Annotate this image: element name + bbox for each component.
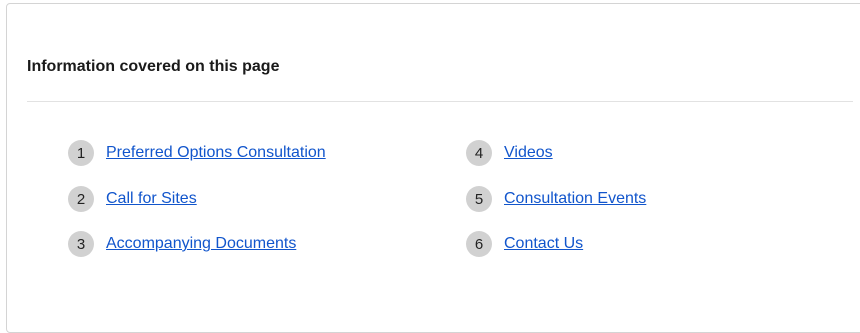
toc-link-accompanying-documents[interactable]: Accompanying Documents xyxy=(106,234,296,254)
divider xyxy=(27,101,853,102)
toc-item-5: 5 Consultation Events xyxy=(466,186,646,212)
item-number-badge: 6 xyxy=(466,231,492,257)
toc-link-preferred-options-consultation[interactable]: Preferred Options Consultation xyxy=(106,143,326,163)
toc-item-6: 6 Contact Us xyxy=(466,231,583,257)
page-contents-panel: Information covered on this page 1 Prefe… xyxy=(6,3,860,333)
item-number-badge: 3 xyxy=(68,231,94,257)
toc-item-2: 2 Call for Sites xyxy=(68,186,197,212)
item-number-badge: 1 xyxy=(68,140,94,166)
item-number-badge: 4 xyxy=(466,140,492,166)
item-number-badge: 2 xyxy=(68,186,94,212)
item-number-badge: 5 xyxy=(466,186,492,212)
toc-item-1: 1 Preferred Options Consultation xyxy=(68,140,326,166)
toc-link-contact-us[interactable]: Contact Us xyxy=(504,234,583,254)
toc-link-videos[interactable]: Videos xyxy=(504,143,553,163)
panel-title: Information covered on this page xyxy=(27,58,280,75)
toc-link-call-for-sites[interactable]: Call for Sites xyxy=(106,189,197,209)
toc-link-consultation-events[interactable]: Consultation Events xyxy=(504,189,646,209)
toc-item-4: 4 Videos xyxy=(466,140,553,166)
toc-item-3: 3 Accompanying Documents xyxy=(68,231,296,257)
